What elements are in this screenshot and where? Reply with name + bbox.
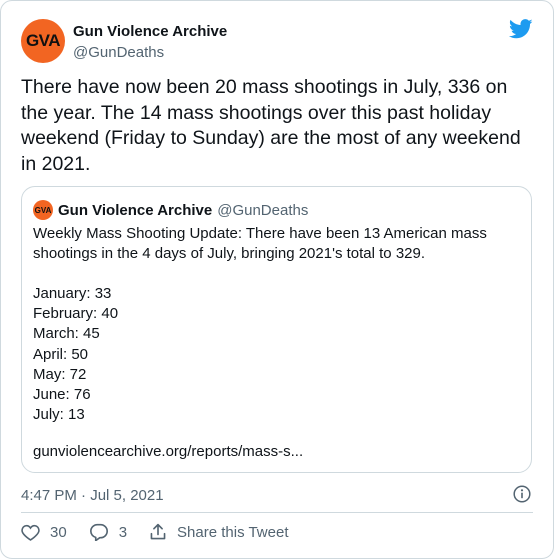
list-item: June: 76 bbox=[33, 386, 91, 404]
divider bbox=[21, 512, 533, 513]
tweet-card: GVA Gun Violence Archive @GunDeaths Ther… bbox=[0, 0, 554, 559]
like-button[interactable]: 30 bbox=[21, 523, 67, 541]
share-button[interactable]: Share this Tweet bbox=[149, 523, 288, 541]
like-count: 30 bbox=[50, 523, 67, 541]
reply-icon bbox=[89, 523, 108, 541]
quoted-avatar: GVA bbox=[33, 200, 53, 220]
list-item: April: 50 bbox=[33, 345, 89, 363]
tweet-text: There have now been 20 mass shootings in… bbox=[21, 76, 521, 175]
author-display-name[interactable]: Gun Violence Archive bbox=[73, 22, 227, 41]
list-item: March: 45 bbox=[33, 325, 100, 343]
avatar[interactable]: GVA bbox=[21, 19, 65, 63]
list-item: February: 40 bbox=[33, 305, 119, 323]
action-bar: 30 3 Share this Tweet bbox=[21, 523, 310, 541]
reply-count: 3 bbox=[118, 523, 128, 541]
share-label: Share this Tweet bbox=[177, 523, 289, 541]
avatar-text: GVA bbox=[25, 31, 61, 50]
author-block: Gun Violence Archive @GunDeaths bbox=[73, 22, 227, 62]
monthly-counts-list: January: 33 February: 40 March: 45 April… bbox=[33, 284, 118, 425]
tweet-timestamp[interactable]: 4:47 PM · Jul 5, 2021 bbox=[21, 487, 164, 504]
author-handle[interactable]: @GunDeaths bbox=[73, 43, 227, 62]
list-item: July: 13 bbox=[33, 406, 85, 424]
share-icon bbox=[150, 523, 166, 540]
quoted-display-name: Gun Violence Archive bbox=[58, 201, 213, 219]
quoted-avatar-text: GVA bbox=[34, 205, 52, 215]
list-item: May: 72 bbox=[33, 365, 87, 383]
info-icon[interactable] bbox=[513, 485, 531, 503]
heart-icon bbox=[21, 524, 40, 541]
list-item: January: 33 bbox=[33, 285, 112, 302]
reply-button[interactable]: 3 bbox=[89, 523, 127, 541]
quoted-tweet[interactable]: GVA Gun Violence Archive @GunDeaths Week… bbox=[21, 186, 532, 473]
quoted-handle: @GunDeaths bbox=[217, 201, 309, 219]
quoted-intro-text: Weekly Mass Shooting Update: There have … bbox=[33, 225, 487, 262]
quoted-link[interactable]: gunviolencearchive.org/reports/mass-s... bbox=[33, 443, 303, 460]
quoted-tweet-header: GVA Gun Violence Archive @GunDeaths bbox=[33, 200, 308, 220]
twitter-bird-icon[interactable] bbox=[509, 19, 533, 39]
